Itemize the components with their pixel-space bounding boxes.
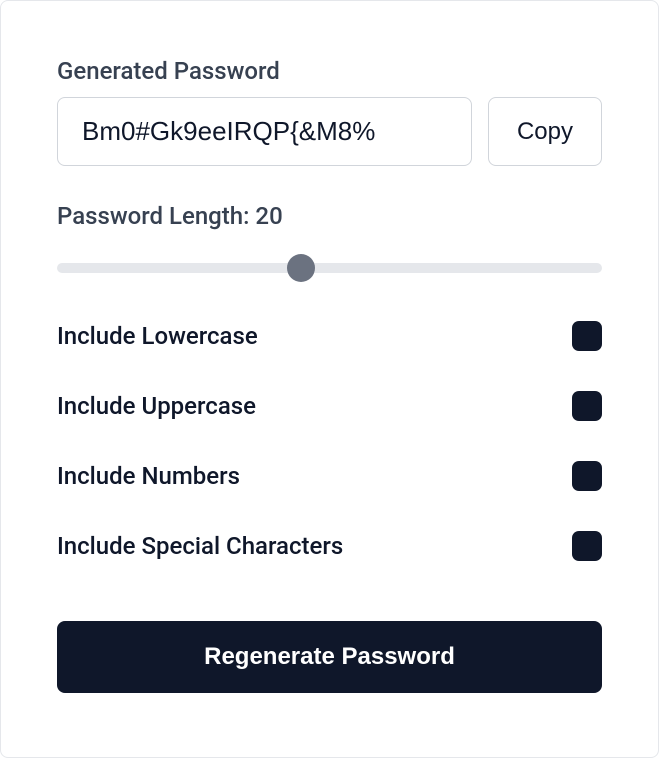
toggle-uppercase[interactable] xyxy=(572,391,602,421)
toggle-special[interactable] xyxy=(572,531,602,561)
generated-password-row: Copy xyxy=(57,97,602,166)
toggle-lowercase[interactable] xyxy=(572,321,602,351)
option-row-uppercase: Include Uppercase xyxy=(57,391,602,421)
password-length-label: Password Length: 20 xyxy=(57,202,602,230)
option-row-numbers: Include Numbers xyxy=(57,461,602,491)
password-length-value: 20 xyxy=(255,202,282,230)
copy-button[interactable]: Copy xyxy=(488,97,602,166)
password-length-slider[interactable] xyxy=(57,263,602,273)
regenerate-button[interactable]: Regenerate Password xyxy=(57,621,602,693)
option-label-uppercase: Include Uppercase xyxy=(57,392,256,420)
password-length-label-prefix: Password Length: xyxy=(57,202,255,230)
option-row-lowercase: Include Lowercase xyxy=(57,321,602,351)
password-length-slider-wrap xyxy=(57,258,602,277)
generated-password-label: Generated Password xyxy=(57,57,602,85)
option-label-numbers: Include Numbers xyxy=(57,462,240,490)
toggle-numbers[interactable] xyxy=(572,461,602,491)
generated-password-output[interactable] xyxy=(57,97,472,166)
option-label-special: Include Special Characters xyxy=(57,532,343,560)
password-generator-panel: Generated Password Copy Password Length:… xyxy=(0,0,659,758)
option-row-special: Include Special Characters xyxy=(57,531,602,561)
option-label-lowercase: Include Lowercase xyxy=(57,322,258,350)
